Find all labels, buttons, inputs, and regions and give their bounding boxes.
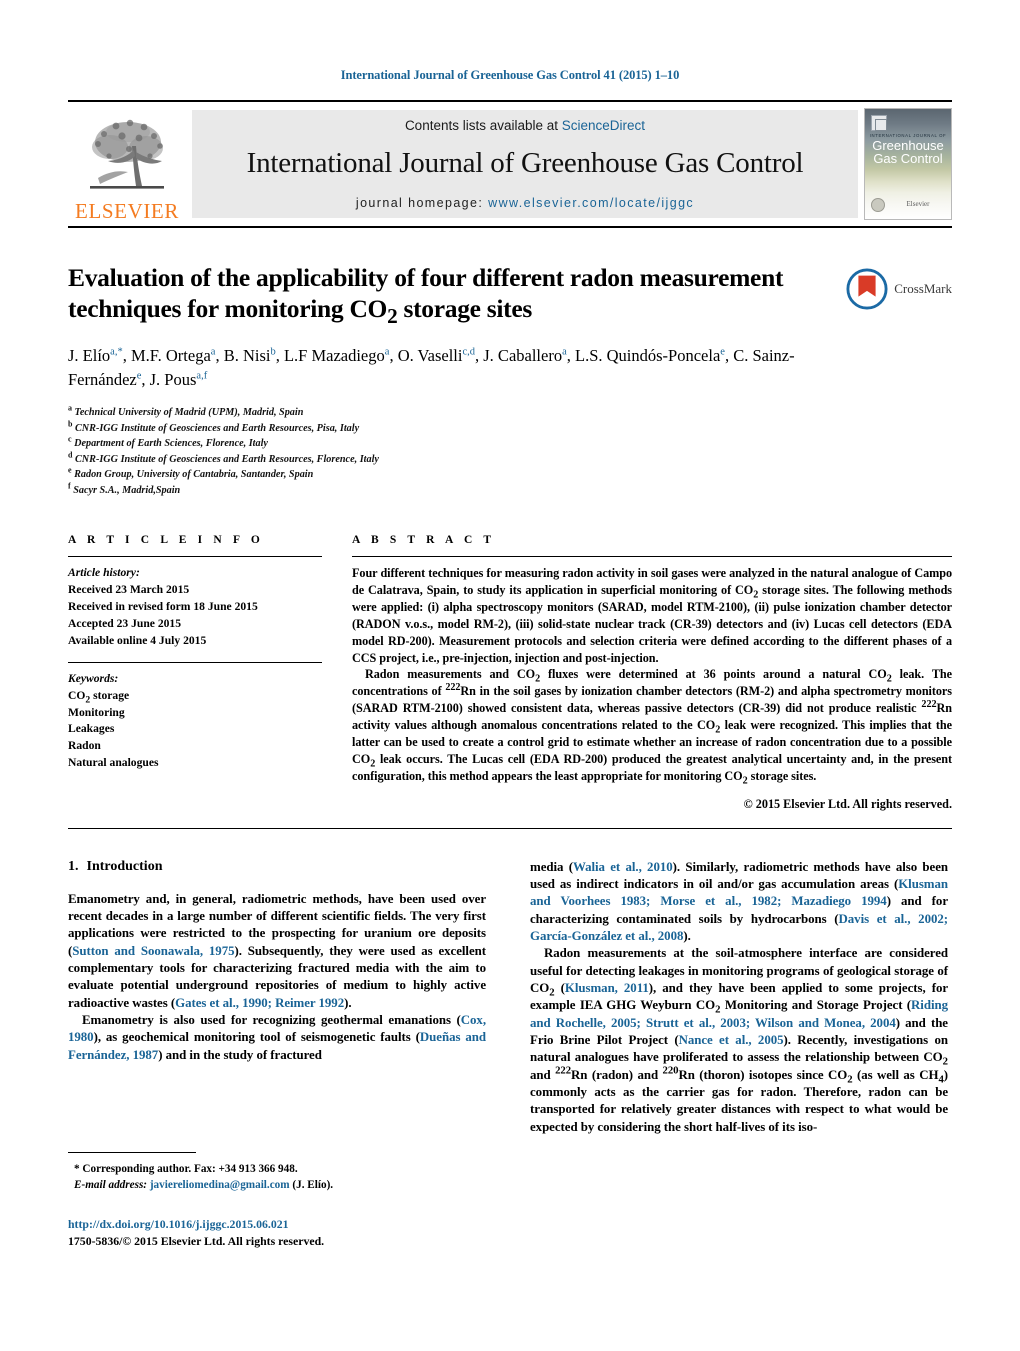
affiliation-item: a Technical University of Madrid (UPM), … [68, 403, 952, 421]
affiliation-mark: c [68, 434, 72, 444]
footnote-area: * Corresponding author. Fax: +34 913 366… [68, 1152, 486, 1249]
abstract-paragraph: Radon measurements and CO2 fluxes were d… [352, 667, 952, 787]
abstract-body: Four different techniques for measuring … [352, 565, 952, 787]
affiliation-text: Department of Earth Sciences, Florence, … [74, 438, 268, 450]
email-label: E-mail address: [74, 1179, 148, 1192]
crossmark-badge[interactable]: CrossMark [846, 268, 952, 310]
section-heading-introduction: 1. Introduction [68, 859, 486, 875]
keywords-label: Keywords: [68, 671, 119, 685]
journal-title: International Journal of Greenhouse Gas … [246, 147, 804, 179]
affiliation-mark: d [68, 450, 73, 460]
affiliation-mark: a [68, 403, 72, 413]
keywords-block: Keywords: CO2 storage Monitoring Leakage… [68, 671, 322, 773]
homepage-url-link[interactable]: www.elsevier.com/locate/ijggc [488, 196, 694, 210]
corresponding-author-note: * Corresponding author. Fax: +34 913 366… [74, 1163, 298, 1175]
email-link[interactable]: javiereliomedina@gmail.com [150, 1179, 290, 1191]
body-column-left: 1. Introduction Emanometry and, in genera… [68, 859, 486, 1137]
affiliation-text: CNR-IGG Institute of Geosciences and Ear… [75, 453, 379, 465]
abstract-paragraph: Four different techniques for measuring … [352, 566, 952, 665]
author-list: J. Elíoa,*, M.F. Ortegaa, B. Nisib, L.F … [68, 346, 795, 389]
affiliation-text: CNR-IGG Institute of Geosciences and Ear… [75, 422, 360, 434]
journal-homepage-line: journal homepage: www.elsevier.com/locat… [356, 196, 694, 210]
affiliation-text: Technical University of Madrid (UPM), Ma… [74, 407, 304, 419]
doi-link[interactable]: http://dx.doi.org/10.1016/j.ijggc.2015.0… [68, 1217, 486, 1232]
article-history: Article history: Received 23 March 2015 … [68, 565, 322, 650]
affiliation-text: Sacyr S.A., Madrid,Spain [73, 484, 181, 496]
body-column-right: media (Walia et al., 2010). Similarly, r… [530, 859, 948, 1137]
crossmark-icon [846, 268, 888, 310]
elsevier-wordmark: ELSEVIER [75, 199, 179, 223]
crossmark-label: CrossMark [894, 281, 952, 296]
keyword-item: CO2 storage [68, 688, 130, 705]
keyword-item: Leakages [68, 722, 115, 736]
affiliation-text: Radon Group, University of Cantabria, Sa… [74, 469, 314, 481]
doi-block: http://dx.doi.org/10.1016/j.ijggc.2015.0… [68, 1217, 486, 1249]
section-number: 1. [68, 858, 79, 874]
issn-copyright-line: 1750-5836/© 2015 Elsevier Ltd. All right… [68, 1234, 325, 1249]
body-paragraph: media (Walia et al., 2010). Similarly, r… [530, 859, 948, 944]
footnote-divider [68, 1152, 196, 1153]
running-head: International Journal of Greenhouse Gas … [340, 68, 680, 82]
paper-page: International Journal of Greenhouse Gas … [0, 0, 1020, 1351]
affiliation-item: e Radon Group, University of Cantabria, … [68, 465, 952, 483]
title-line-2-post: storage sites [397, 294, 533, 324]
divider [68, 661, 322, 663]
cover-title-line2: Gas Control [873, 151, 943, 166]
email-note: E-mail address: javiereliomedina@gmail.c… [68, 1177, 486, 1193]
history-item: Accepted 23 June 2015 [68, 616, 182, 630]
copyright-line: © 2015 Elsevier Ltd. All rights reserved… [743, 796, 952, 811]
cover-badge-word: Elsevier [906, 200, 930, 208]
title-line-1: Evaluation of the applicability of four … [68, 263, 784, 292]
sciencedirect-link[interactable]: ScienceDirect [562, 118, 645, 133]
introduction-right-text: media (Walia et al., 2010). Similarly, r… [530, 859, 948, 1137]
journal-band: Contents lists available at ScienceDirec… [192, 110, 858, 218]
body-paragraph: Emanometry is also used for recognizing … [68, 1013, 486, 1062]
cover-badge: Elsevier [895, 197, 941, 213]
cover-badge-bottom [895, 208, 941, 212]
contents-available-line: Contents lists available at ScienceDirec… [405, 118, 645, 133]
history-item: Received 23 March 2015 [68, 582, 190, 596]
abstract-column: A B S T R A C T Four different technique… [348, 534, 952, 812]
journal-masthead: ELSEVIER Contents lists available at Sci… [68, 100, 952, 228]
affiliation-item: b CNR-IGG Institute of Geosciences and E… [68, 419, 952, 437]
title-line-2-pre: techniques for monitoring CO [68, 294, 388, 324]
history-item: Available online 4 July 2015 [68, 633, 207, 647]
email-owner: (J. Elío). [292, 1179, 334, 1192]
article-info-column: A R T I C L E I N F O Article history: R… [68, 534, 348, 812]
affiliation-item: d CNR-IGG Institute of Geosciences and E… [68, 450, 952, 468]
abstract-heading: A B S T R A C T [352, 534, 496, 547]
divider [68, 556, 322, 558]
affiliation-item: c Department of Earth Sciences, Florence… [68, 434, 952, 452]
elsevier-tree-icon [90, 119, 164, 189]
body-columns: 1. Introduction Emanometry and, in genera… [68, 859, 952, 1137]
contents-prefix: Contents lists available at [404, 118, 562, 133]
keyword-item: Natural analogues [68, 756, 159, 770]
affiliation-mark: f [68, 481, 71, 491]
history-item: Received in revised form 18 June 2015 [68, 599, 258, 613]
journal-cover-thumbnail: INTERNATIONAL JOURNAL OF Greenhouse Gas … [864, 108, 952, 220]
title-subscript: 2 [387, 304, 398, 329]
affiliation-mark: e [68, 465, 72, 475]
body-paragraph: Radon measurements at the soil-atmospher… [530, 946, 949, 1134]
affiliation-mark: b [68, 419, 73, 429]
section-title-text: Introduction [86, 858, 163, 874]
info-abstract-section: A R T I C L E I N F O Article history: R… [68, 534, 952, 829]
elsevier-logo: ELSEVIER [68, 102, 186, 226]
page-title: Evaluation of the applicability of four … [68, 262, 828, 327]
introduction-left-text: Emanometry and, in general, radiometric … [68, 891, 486, 1064]
homepage-label: journal homepage: [355, 196, 484, 210]
affiliation-list: a Technical University of Madrid (UPM), … [68, 403, 952, 499]
title-block: Evaluation of the applicability of four … [68, 262, 952, 498]
cover-elsevier-mark-icon [871, 115, 887, 131]
body-paragraph: Emanometry and, in general, radiometric … [68, 891, 486, 1010]
affiliation-item: f Sacyr S.A., Madrid,Spain [68, 481, 952, 499]
keyword-item: Monitoring [68, 705, 125, 719]
cover-seal-icon [871, 198, 885, 212]
article-info-heading: A R T I C L E I N F O [68, 534, 264, 547]
article-history-label: Article history: [68, 566, 140, 580]
keyword-item: Radon [68, 739, 101, 753]
divider [352, 556, 952, 558]
